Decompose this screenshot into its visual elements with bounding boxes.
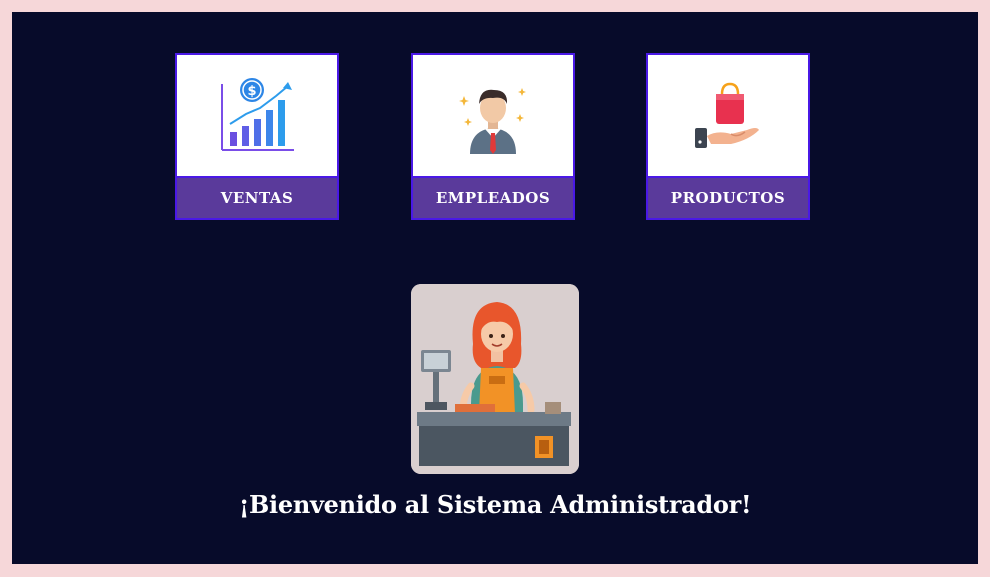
productos-card[interactable]: PRODUCTOS xyxy=(646,53,810,220)
ventas-card[interactable]: $ VENTAS xyxy=(175,53,339,220)
empleados-card[interactable]: EMPLEADOS xyxy=(411,53,575,220)
ventas-label: VENTAS xyxy=(177,176,337,218)
welcome-message: ¡Bienvenido al Sistema Administrador! xyxy=(238,490,752,519)
cashier-illustration xyxy=(411,284,579,474)
main-panel: $ VENTAS EMPLEADOS PRODUCTOS ¡Bienvenido… xyxy=(12,12,978,564)
employee-icon xyxy=(459,87,526,154)
empleados-label: EMPLEADOS xyxy=(413,176,573,218)
sales-chart-icon: $ xyxy=(221,77,294,151)
productos-icon-area xyxy=(648,55,808,178)
empleados-icon-area xyxy=(413,55,573,178)
productos-label: PRODUCTOS xyxy=(648,176,808,218)
svg-text:$: $ xyxy=(247,84,256,99)
ventas-icon-area: $ xyxy=(177,55,337,178)
product-bag-icon xyxy=(695,82,759,148)
